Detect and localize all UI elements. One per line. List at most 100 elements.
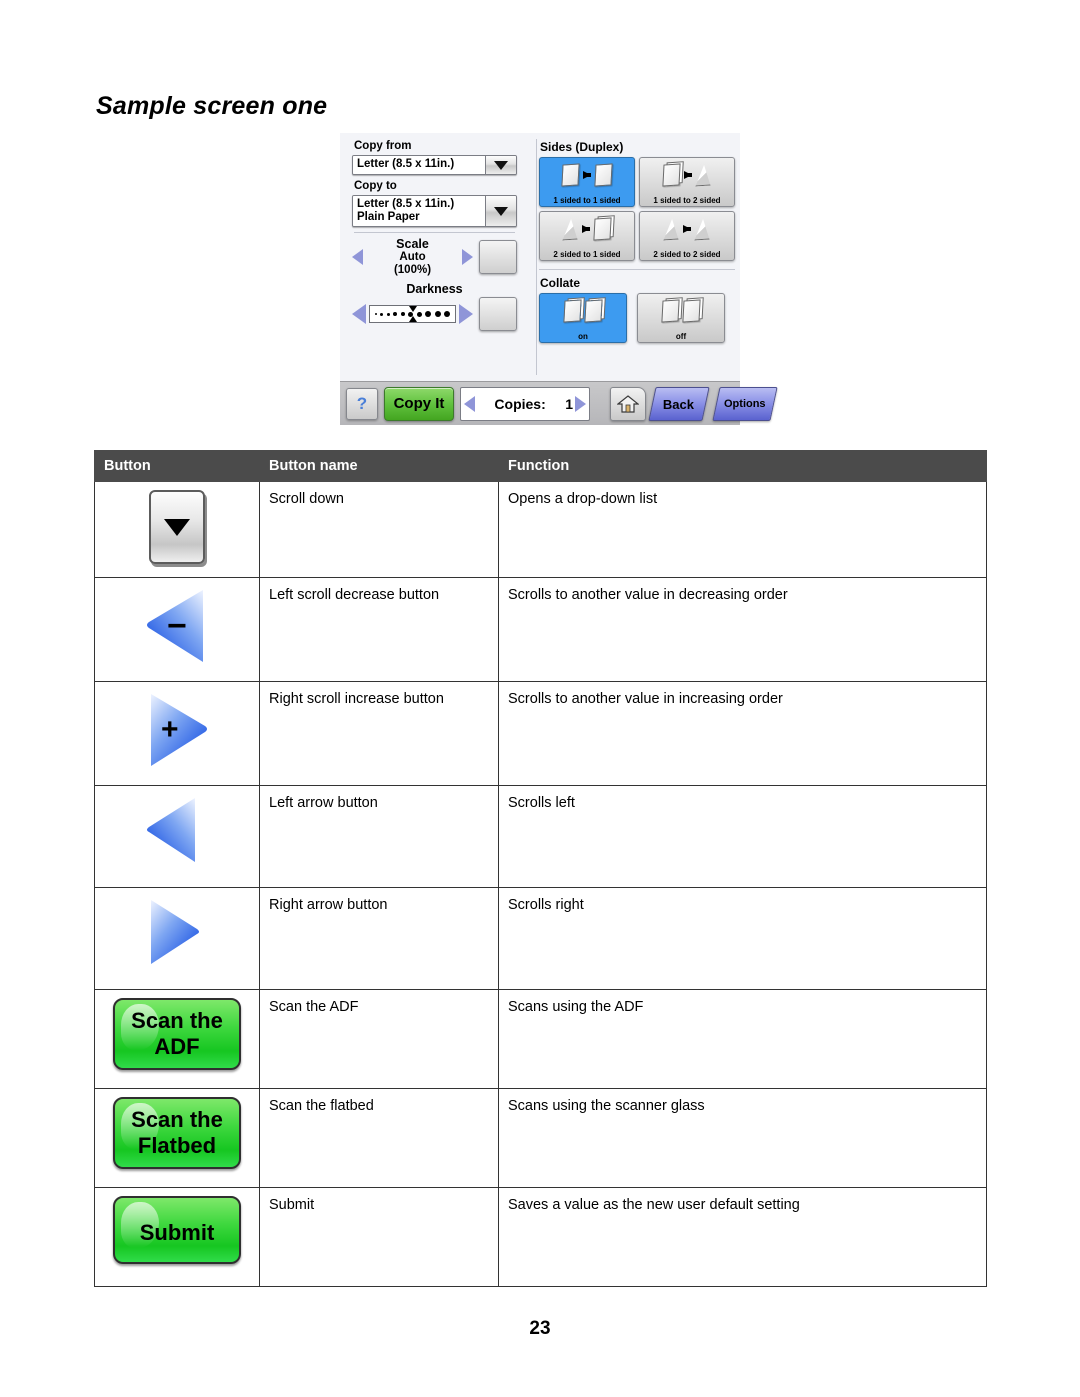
table-row: Scan the ADF Scan the ADF Scans using th… — [94, 989, 987, 1089]
home-icon — [617, 394, 639, 413]
panel-action-bar: ? Copy It Copies: 1 Back Options — [340, 381, 778, 425]
sides-duplex-options: 1 sided to 1 sided 1 sided to 2 sided 2 … — [539, 157, 735, 261]
left-scroll-decrease-icon[interactable]: − — [145, 586, 209, 666]
collate-on-art-icon — [540, 296, 626, 326]
table-header: Button Button name Function — [94, 450, 987, 482]
table-row: Scan the Flatbed Scan the flatbed Scans … — [94, 1088, 987, 1188]
copy-from-dropdown-button[interactable] — [485, 156, 516, 174]
left-arrow-icon[interactable] — [145, 794, 209, 874]
copy-from-label: Copy from — [354, 140, 412, 152]
table-row: Left arrow button Scrolls left — [94, 785, 987, 888]
right-scroll-increase-icon[interactable]: + — [145, 690, 209, 770]
right-arrow-icon[interactable] — [145, 896, 209, 976]
options-button-label: Options — [724, 397, 766, 410]
content-preview-icon[interactable] — [479, 239, 517, 274]
copy-from-dropdown[interactable]: Letter (8.5 x 11in.) — [352, 155, 517, 175]
cell-button-icon — [94, 887, 260, 990]
cell-button-name: Submit — [259, 1187, 499, 1287]
copies-value: 1 — [565, 395, 573, 412]
sides-1to2-art-icon — [640, 160, 734, 190]
scale-value-block: Scale Auto (100%) — [363, 237, 462, 276]
sides-option-2to2[interactable]: 2 sided to 2 sided — [639, 211, 735, 261]
scale-value-line1: Auto — [399, 251, 426, 263]
column-header-function: Function — [498, 450, 987, 482]
sides-option-1to2[interactable]: 1 sided to 2 sided — [639, 157, 735, 207]
copy-to-dropdown[interactable]: Letter (8.5 x 11in.) Plain Paper — [352, 195, 517, 227]
scroll-down-icon[interactable] — [149, 490, 205, 564]
sides-option-2to1[interactable]: 2 sided to 1 sided — [539, 211, 635, 261]
scan-the-adf-button[interactable]: Scan the ADF — [113, 998, 241, 1070]
table-row: + Right scroll increase button Scrolls t… — [94, 681, 987, 786]
darkness-increase-icon[interactable] — [459, 304, 473, 324]
cell-button-name: Left scroll decrease button — [259, 577, 499, 682]
darkness-dot — [380, 312, 384, 316]
scale-decrease-icon[interactable] — [352, 248, 363, 265]
copy-to-value-line1: Letter (8.5 x 11in.) — [357, 198, 455, 210]
darkness-dot — [393, 312, 398, 316]
cell-button-icon: + — [94, 681, 260, 786]
scale-increase-icon[interactable] — [462, 248, 473, 265]
scan-the-adf-label-line2: ADF — [154, 1034, 200, 1059]
cell-button-icon: Scan the Flatbed — [94, 1088, 260, 1188]
home-button[interactable] — [610, 386, 646, 421]
back-button-label: Back — [663, 396, 695, 411]
cell-button-name: Scroll down — [259, 481, 499, 578]
cell-function: Scrolls left — [498, 785, 987, 888]
table-header-row: Button Button name Function — [94, 450, 987, 482]
collate-option-off[interactable]: off — [637, 293, 725, 343]
panel-left-column: Copy from Letter (8.5 x 11in.) Copy to L… — [340, 133, 525, 381]
scale-label: Scale — [396, 237, 429, 251]
sides-option-1to1[interactable]: 1 sided to 1 sided — [539, 157, 635, 207]
darkness-label: Darkness — [406, 282, 463, 296]
collate-option-caption: off — [675, 332, 687, 341]
copy-to-dropdown-button[interactable] — [485, 196, 516, 226]
options-button[interactable]: Options — [712, 386, 778, 421]
cell-button-icon — [94, 481, 260, 578]
darkness-marker-top-icon — [408, 306, 417, 312]
button-reference-table: Button Button name Function Scroll down … — [94, 450, 987, 1287]
copy-it-button[interactable]: Copy It — [384, 386, 454, 421]
sides-option-caption: 2 sided to 2 sided — [653, 250, 721, 259]
column-header-button-name: Button name — [259, 450, 499, 482]
cell-button-name: Scan the ADF — [259, 989, 499, 1089]
cell-function: Scrolls to another value in decreasing o… — [498, 577, 987, 682]
copy-to-label: Copy to — [354, 180, 397, 192]
collate-option-caption: on — [578, 332, 588, 341]
scan-the-flatbed-label-line1: Scan the — [131, 1107, 223, 1132]
sides-option-caption: 1 sided to 1 sided — [553, 196, 621, 205]
darkness-decrease-icon[interactable] — [352, 304, 366, 324]
darkness-control — [352, 297, 517, 331]
cell-function: Scans using the scanner glass — [498, 1088, 987, 1188]
scan-the-flatbed-button[interactable]: Scan the Flatbed — [113, 1097, 241, 1169]
cell-function: Opens a drop-down list — [498, 481, 987, 578]
cell-button-name: Right scroll increase button — [259, 681, 499, 786]
darkness-dot — [434, 311, 441, 317]
darkness-dot — [416, 311, 422, 317]
cell-button-icon: Submit — [94, 1187, 260, 1287]
sides-2to1-art-icon — [540, 214, 634, 244]
table-row: − Left scroll decrease button Scrolls to… — [94, 577, 987, 682]
cell-function: Scrolls right — [498, 887, 987, 990]
scale-value-line2: (100%) — [393, 263, 432, 276]
color-preview-icon[interactable] — [479, 297, 517, 331]
collate-off-art-icon — [638, 296, 724, 326]
copies-increase-icon[interactable] — [575, 395, 586, 412]
panel-divider — [354, 232, 515, 233]
copies-decrease-icon[interactable] — [464, 395, 475, 412]
cell-function: Scrolls to another value in increasing o… — [498, 681, 987, 786]
submit-button[interactable]: Submit — [113, 1196, 241, 1264]
back-button[interactable]: Back — [648, 386, 710, 421]
collate-option-on[interactable]: on — [539, 293, 627, 343]
collate-label: Collate — [540, 276, 581, 290]
cell-button-icon: Scan the ADF — [94, 989, 260, 1089]
printer-control-panel-screenshot: Copy from Letter (8.5 x 11in.) Copy to L… — [340, 133, 778, 425]
table-row: Right arrow button Scrolls right — [94, 887, 987, 990]
copies-stepper[interactable]: Copies: 1 — [460, 386, 590, 421]
darkness-slider[interactable] — [369, 305, 456, 323]
help-button[interactable]: ? — [346, 387, 378, 420]
sides-option-caption: 2 sided to 1 sided — [553, 250, 621, 259]
sides-duplex-label: Sides (Duplex) — [540, 140, 624, 154]
panel-right-column: Sides (Duplex) 1 sided to 1 sided 1 side… — [525, 133, 743, 381]
table-body: Scroll down Opens a drop-down list − Lef… — [94, 481, 987, 1287]
sides-option-caption: 1 sided to 2 sided — [653, 196, 721, 205]
